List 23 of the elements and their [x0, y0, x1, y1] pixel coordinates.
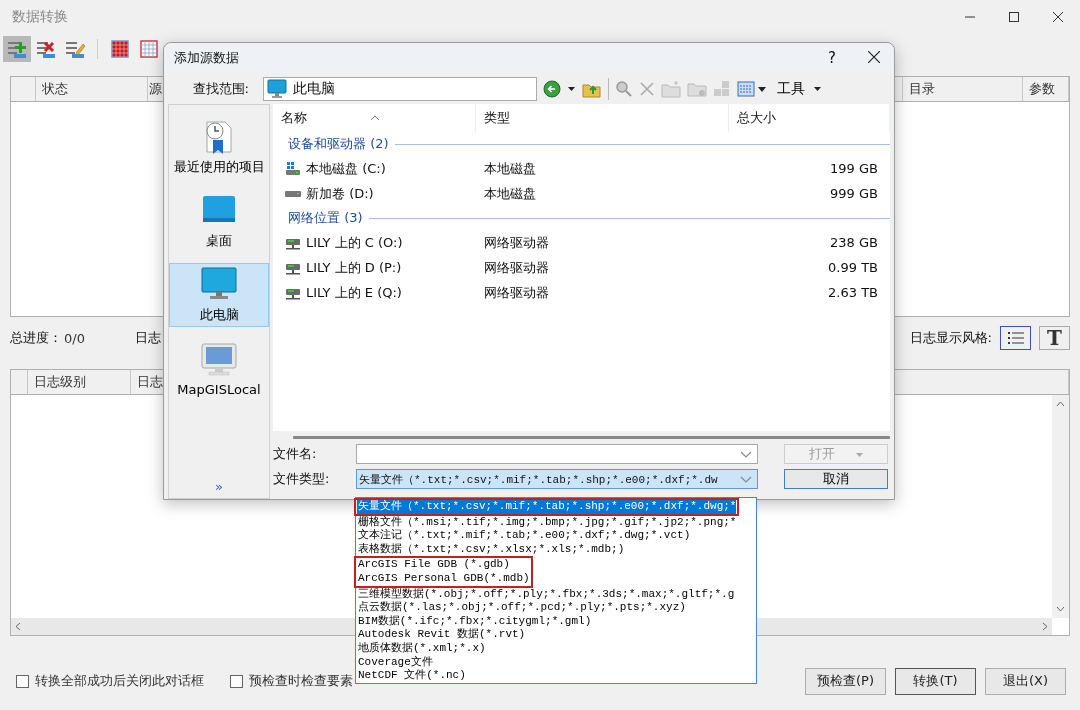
file-type-value: 矢量文件（*.txt;*.csv;*.mif;*.tab;*.shp;*.e00;*.dxf;*.dw	[359, 472, 718, 487]
drive-type: 本地磁盘	[483, 159, 537, 178]
drive-size: 199 GB	[829, 161, 878, 176]
look-in-label: 查找范围:	[191, 79, 250, 98]
drive-size: 2.63 TB	[827, 285, 878, 300]
file-name-label: 文件名:	[273, 445, 318, 463]
drive-size: 0.99 TB	[827, 260, 878, 275]
log-level-label: 日志	[134, 329, 161, 347]
drive-size: 238 GB	[829, 235, 878, 250]
drive-type: 网络驱动器	[483, 233, 550, 252]
window-title: 数据转换	[12, 8, 69, 26]
checkbox-label: 预检查时检查要素	[249, 672, 353, 690]
drive-type: 网络驱动器	[483, 283, 550, 302]
drive-size: 999 GB	[829, 186, 878, 201]
drive-type: 网络驱动器	[483, 258, 550, 277]
checkbox-label: 转换全部成功后关闭此对话框	[35, 672, 204, 690]
log-style-label: 日志显示风格:	[909, 329, 992, 347]
progress-value: 0/0	[64, 330, 85, 346]
dialog-title: 添加源数据	[174, 49, 240, 67]
file-type-label: 文件类型:	[273, 470, 331, 488]
progress-label: 总进度：	[10, 329, 62, 347]
drive-type: 本地磁盘	[483, 184, 537, 203]
look-in-value: 此电脑	[293, 79, 335, 98]
